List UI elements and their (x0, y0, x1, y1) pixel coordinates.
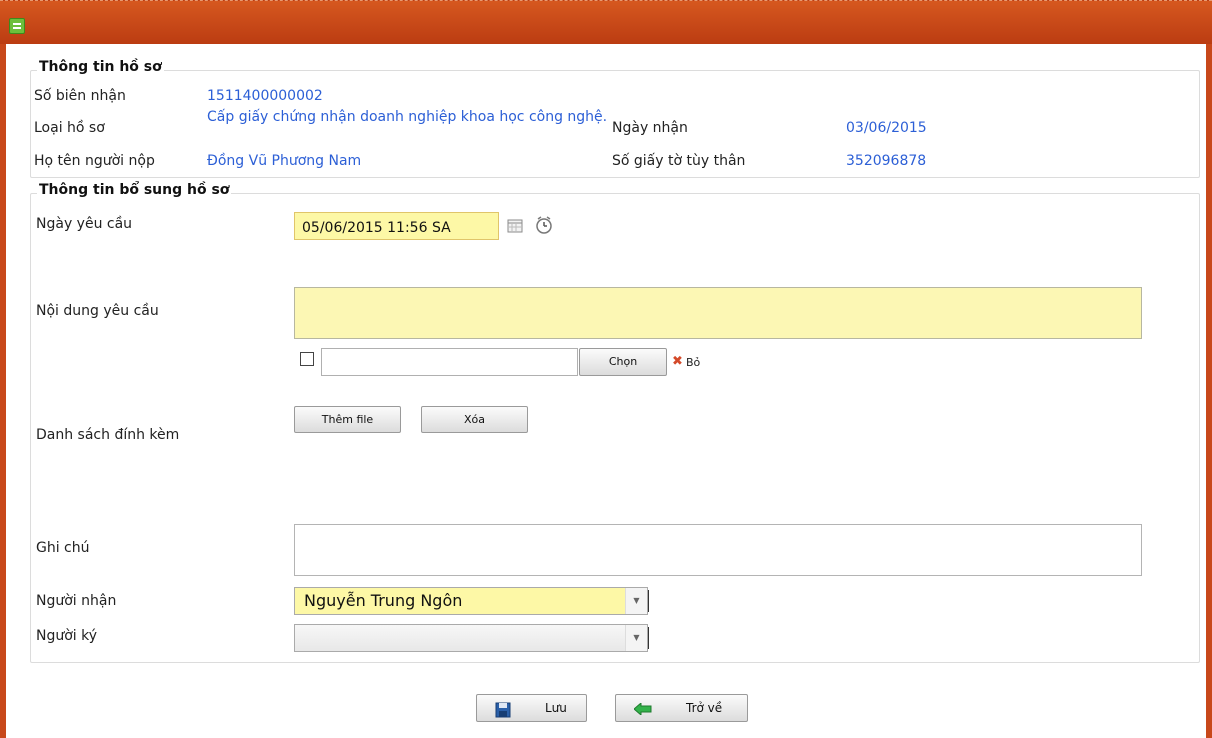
request-date-input[interactable]: 05/06/2015 11:56 SA (294, 212, 499, 240)
back-label: Trở về (686, 701, 723, 715)
received-date-label: Ngày nhận (612, 120, 688, 136)
save-icon (495, 702, 511, 718)
receiver-select[interactable]: Nguyễn Trung Ngôn ▼ (294, 587, 649, 615)
clock-icon[interactable] (534, 215, 554, 235)
form-icon (9, 18, 25, 34)
receiver-label: Người nhận (36, 593, 117, 609)
request-content-textarea[interactable] (294, 287, 1142, 339)
save-label: Lưu (545, 701, 567, 715)
dialog-titlebar (0, 0, 1212, 44)
receipt-value: 1511400000002 (207, 88, 323, 104)
request-content-label: Nội dung yêu cầu (36, 303, 159, 319)
chevron-down-icon[interactable]: ▼ (625, 588, 649, 614)
back-button[interactable]: Trở về (615, 694, 748, 722)
file-path-input[interactable] (321, 348, 578, 376)
delete-file-button[interactable]: Xóa (421, 406, 528, 433)
request-date-label: Ngày yêu cầu (36, 216, 133, 232)
record-info-legend: Thông tin hồ sơ (37, 59, 164, 75)
chevron-down-icon[interactable]: ▼ (625, 625, 649, 651)
receipt-label: Số biên nhận (34, 88, 126, 104)
attachments-label: Danh sách đính kèm (36, 427, 180, 443)
submitter-label: Họ tên người nộp (34, 153, 155, 169)
calendar-icon[interactable] (507, 218, 523, 234)
save-button[interactable]: Lưu (476, 694, 587, 722)
id-number-value: 352096878 (846, 153, 927, 169)
record-type-value: Cấp giấy chứng nhận doanh nghiệp khoa họ… (207, 109, 608, 125)
request-date-value: 05/06/2015 11:56 SA (302, 220, 451, 236)
remove-icon[interactable]: ✖ (672, 354, 683, 369)
remove-file-link[interactable]: Bỏ (686, 356, 700, 369)
receiver-value: Nguyễn Trung Ngôn (304, 591, 463, 610)
note-textarea[interactable] (294, 524, 1142, 576)
extra-info-legend: Thông tin bổ sung hồ sơ (37, 182, 232, 198)
attachment-checkbox[interactable] (300, 352, 314, 366)
signer-label: Người ký (36, 628, 98, 644)
id-number-label: Số giấy tờ tùy thân (612, 153, 746, 169)
received-date-value: 03/06/2015 (846, 120, 927, 136)
record-type-label: Loại hồ sơ (34, 120, 105, 136)
submitter-value: Đồng Vũ Phương Nam (207, 153, 362, 169)
arrow-left-icon (634, 703, 652, 715)
add-file-button[interactable]: Thêm file (294, 406, 401, 433)
signer-select[interactable]: ▼ (294, 624, 649, 652)
dialog-window: Thông tin hồ sơ Số biên nhận 15114000000… (0, 0, 1212, 738)
choose-file-button[interactable]: Chọn (579, 348, 667, 376)
note-label: Ghi chú (36, 540, 90, 556)
